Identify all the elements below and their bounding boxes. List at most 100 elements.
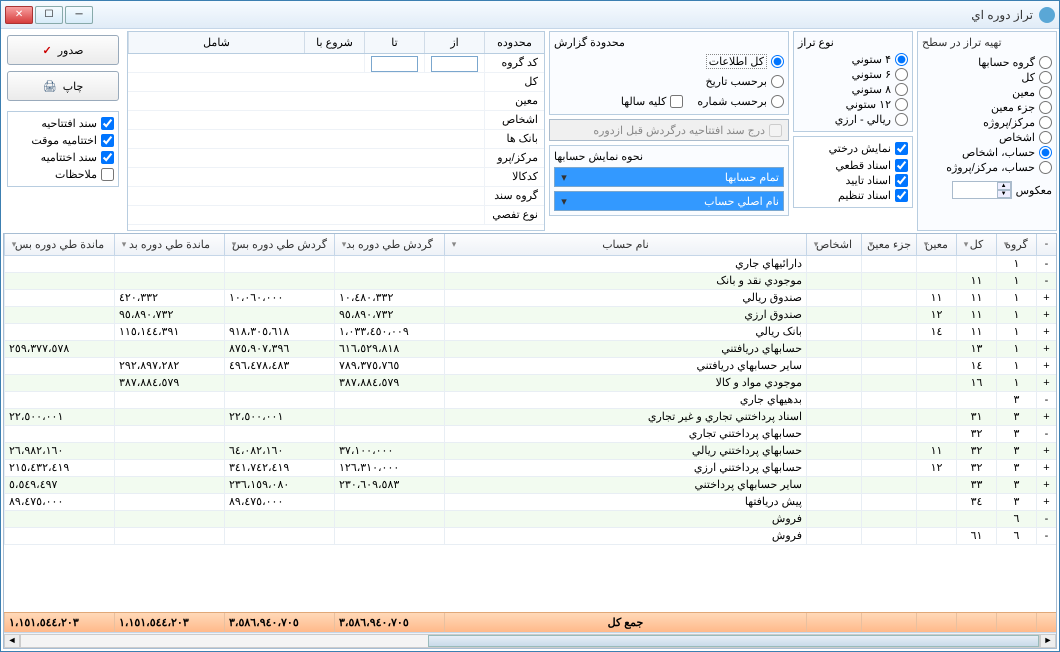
range-col-inc: شامل: [128, 32, 304, 53]
grid-body[interactable]: -١دارائيهاي جاري-١١١موجودي نقد و بانک+١١…: [4, 256, 1056, 612]
footer-label: جمع كل: [444, 613, 806, 633]
scroll-thumb[interactable]: [428, 635, 1039, 647]
table-row[interactable]: +١١٤ساير حسابهاي دريافتني٧٨٩،٣٧٥،٧٦٥٤٩٦،…: [4, 358, 1056, 375]
range-row-1: كل: [128, 73, 544, 92]
filter-icon[interactable]: ▾: [809, 239, 823, 253]
range-col-name: محدوده: [484, 32, 544, 53]
action-check-1[interactable]: اختتاميه موقت: [12, 133, 114, 148]
type-3[interactable]: ۱۲ ستوني: [798, 97, 908, 112]
spin-down-icon[interactable]: ▼: [997, 190, 1011, 198]
doctype-1[interactable]: اسناد تاييد: [798, 173, 908, 188]
range-row-4: بانک ها: [128, 130, 544, 149]
table-row[interactable]: -٦٦١فروش: [4, 528, 1056, 545]
level-5[interactable]: اشخاص: [922, 130, 1052, 145]
action-check-0[interactable]: سند افتتاحيه: [12, 116, 114, 131]
main-window: تراز دوره اي ─ ☐ ✕ تهيه تراز در سطح گروه…: [0, 0, 1060, 652]
all-years-checkbox[interactable]: كليه سالها: [621, 94, 684, 109]
col-expand[interactable]: -: [1036, 234, 1056, 255]
level-3[interactable]: جزء معين: [922, 100, 1052, 115]
table-row[interactable]: +١١٣حسابهاي دريافتني٦١٦،٥٢٩،٨١٨٨٧٥،٩٠٧،٣…: [4, 341, 1056, 358]
action-check-2[interactable]: سند اختتاميه: [12, 150, 114, 165]
types-header: نوع تراز: [798, 36, 908, 49]
doctype-0[interactable]: اسناد قطعي: [798, 158, 908, 173]
table-row[interactable]: +٣٣١اسناد پرداختني تجاري و غير تجاري٢٢،٥…: [4, 409, 1056, 426]
treeview-checkbox[interactable]: نمايش درختي: [798, 141, 908, 156]
col-mbs[interactable]: ماندة طي دوره بس▾: [4, 234, 114, 255]
display-mode-group: نحوه نمايش حسابها تمام حسابها▾ نام اصلي …: [549, 145, 789, 216]
table-row[interactable]: +٣٣٣ساير حسابهاي پرداختني٢٣٠،٦٠٩،٥٨٣٢٣٦،…: [4, 477, 1056, 494]
export-button[interactable]: صدور ✓: [7, 35, 119, 65]
table-row[interactable]: +٣٣٤پيش دريافتها٨٩،٤٧٥،٠٠٠٨٩،٤٧٥،٠٠٠: [4, 494, 1056, 511]
scope-all-info[interactable]: كل اطلاعات: [554, 53, 784, 70]
range-from-input[interactable]: [431, 56, 478, 72]
type-2[interactable]: ۸ ستوني: [798, 82, 908, 97]
col-kol[interactable]: كل▾: [956, 234, 996, 255]
col-jmoin[interactable]: جزء معين▾: [861, 234, 916, 255]
col-gbs[interactable]: گردش طي دوره بس▾: [224, 234, 334, 255]
range-row-7: گروه سند: [128, 187, 544, 206]
col-mbd[interactable]: ماندة طي دوره بد▾: [114, 234, 224, 255]
filter-icon[interactable]: ▾: [227, 239, 241, 253]
table-row[interactable]: +١١١١٤بانک ريالي١،٠٣٣،٤٥٠،٠٠٩٩١٨،٣٠٥،٦١٨…: [4, 324, 1056, 341]
doctype-2[interactable]: اسناد تنظيم: [798, 188, 908, 203]
accounts-filter-combo[interactable]: تمام حسابها▾: [554, 167, 784, 187]
opening-doc-input: درج سند افتتاحيه درگردش قبل ازدوره: [549, 119, 789, 141]
balance-grid: - گروه▾ كل▾ معين▾ جزء معين▾ اشخاص▾ نام ح…: [3, 233, 1057, 649]
level-1[interactable]: كل: [922, 70, 1052, 85]
range-row-5: مركز/پرو: [128, 149, 544, 168]
type-4[interactable]: ريالي - ارزي: [798, 112, 908, 127]
col-name[interactable]: نام حساب▾: [444, 234, 806, 255]
range-row-0: كد گروه: [128, 54, 544, 73]
filter-icon[interactable]: ▾: [959, 239, 973, 253]
table-row[interactable]: -٣٣٢حسابهاي پرداختني تجاري: [4, 426, 1056, 443]
footer-mbs: ١،١٥١،٥٤٤،٢٠٣: [4, 613, 114, 633]
scroll-right-icon[interactable]: ►: [1040, 634, 1056, 648]
level-7[interactable]: حساب، مركز/پروژه: [922, 160, 1052, 175]
col-ash[interactable]: اشخاص▾: [806, 234, 861, 255]
chevron-down-icon: ▾: [557, 195, 571, 208]
level-2[interactable]: معين: [922, 85, 1052, 100]
table-row[interactable]: +١١١١٢صندوق ارزي٩٥،٨٩٠،٧٣٢٩٥،٨٩٠،٧٣٢: [4, 307, 1056, 324]
filter-icon[interactable]: ▾: [117, 239, 131, 253]
col-gbd[interactable]: گردش طي دوره بد▾: [334, 234, 444, 255]
level-6[interactable]: حساب، اشخاص: [922, 145, 1052, 160]
scope-by-date[interactable]: برحسب تاريخ: [554, 74, 784, 89]
filter-icon[interactable]: ▾: [999, 239, 1013, 253]
reverse-spinner[interactable]: ▲▼: [952, 181, 1012, 199]
filter-icon[interactable]: ▾: [864, 239, 878, 253]
range-panel: محدوده از تا شروع با شامل كد گروهكلمعينا…: [127, 31, 545, 231]
table-row[interactable]: +١١١١١صندوق ريالي١٠،٤٨٠،٣٣٢١٠،٠٦٠،٠٠٠٤٢٠…: [4, 290, 1056, 307]
filter-icon[interactable]: ▾: [919, 239, 933, 253]
col-moin[interactable]: معين▾: [916, 234, 956, 255]
table-row[interactable]: -٣بدهيهاي جاري: [4, 392, 1056, 409]
range-row-8: نوع تفصي: [128, 206, 544, 225]
level-4[interactable]: مركز/پروژه: [922, 115, 1052, 130]
type-1[interactable]: ۶ ستوني: [798, 67, 908, 82]
print-button[interactable]: چاپ 🖨: [7, 71, 119, 101]
table-row[interactable]: +٣٣٢١١حسابهاي پرداختني ريالي٣٧،١٠٠،٠٠٠٦٤…: [4, 443, 1056, 460]
display-mode-header: نحوه نمايش حسابها: [554, 150, 784, 163]
table-row[interactable]: -١١١موجودي نقد و بانک: [4, 273, 1056, 290]
action-check-3[interactable]: ملاحظات: [12, 167, 114, 182]
maximize-button[interactable]: ☐: [35, 6, 63, 24]
spin-up-icon[interactable]: ▲: [997, 182, 1011, 190]
table-row[interactable]: -٦فروش: [4, 511, 1056, 528]
range-row-2: معين: [128, 92, 544, 111]
range-to-input[interactable]: [371, 56, 418, 72]
close-button[interactable]: ✕: [5, 6, 33, 24]
filter-icon[interactable]: ▾: [337, 239, 351, 253]
type-0[interactable]: ۴ ستوني: [798, 52, 908, 67]
table-row[interactable]: +١١٦موجودي مواد و كالا٣٨٧،٨٨٤،٥٧٩٣٨٧،٨٨٤…: [4, 375, 1056, 392]
filter-icon[interactable]: ▾: [7, 239, 21, 253]
table-row[interactable]: -١دارائيهاي جاري: [4, 256, 1056, 273]
table-row[interactable]: +٣٣٢١٢حسابهاي پرداختني ارزي١٢٦،٣١٠،٠٠٠٣٤…: [4, 460, 1056, 477]
horizontal-scrollbar[interactable]: ◄ ►: [4, 632, 1056, 648]
scope-by-num[interactable]: برحسب شماره كليه سالها: [554, 93, 784, 110]
account-name-combo[interactable]: نام اصلي حساب▾: [554, 191, 784, 211]
col-group[interactable]: گروه▾: [996, 234, 1036, 255]
level-0[interactable]: گروه حسابها: [922, 55, 1052, 70]
scroll-left-icon[interactable]: ◄: [4, 634, 20, 648]
minimize-button[interactable]: ─: [65, 6, 93, 24]
filter-icon[interactable]: ▾: [447, 239, 461, 253]
levels-header: تهيه تراز در سطح: [922, 36, 1052, 49]
